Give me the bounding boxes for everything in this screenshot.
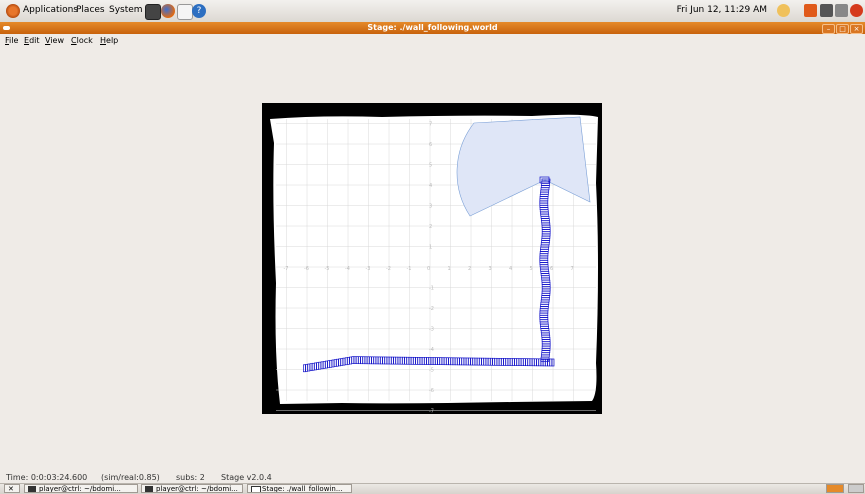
x-tick-label: -3 [366,266,371,272]
taskbar-item-stage[interactable]: Stage: ./wall_followin... [247,484,352,493]
show-desktop-button[interactable]: ✕ [4,484,20,493]
terminal-launcher-icon[interactable] [145,4,161,20]
places-menu[interactable]: Places [76,5,105,15]
help-launcher-icon[interactable]: ? [192,4,206,18]
terminal-icon [28,486,36,492]
volume-icon[interactable] [835,4,848,17]
workspace-switcher[interactable] [826,484,844,493]
close-button[interactable]: × [850,24,863,34]
x-tick-label: -6 [304,266,309,272]
sim-time: Time: 0:0:03:24.600 [6,473,88,482]
y-tick-label: -5 [429,368,434,374]
x-tick-label: -5 [325,266,330,272]
trash-icon[interactable] [848,484,864,493]
y-tick-label: 5 [429,163,432,169]
y-tick-label: 1 [429,245,432,251]
x-tick-label: 0 [427,266,430,272]
system-menu[interactable]: System [109,5,143,15]
menu-help[interactable]: Help [100,36,118,45]
window-title: Stage: ./wall_following.world [367,23,498,32]
top-panel: Applications Places System ? Fri Jun 12,… [0,0,865,23]
y-tick-label: -4 [429,347,434,353]
taskbar: ✕ player@ctrl: ~/bdomi... player@ctrl: ~… [0,483,865,494]
x-tick-label: -2 [386,266,391,272]
y-tick-label: -2 [429,306,434,312]
status-bar: Time: 0:0:03:24.600 (sim/real:0.85) subs… [0,471,865,483]
weather-icon [777,4,790,17]
shutdown-icon[interactable] [850,4,863,17]
subs-count: subs: 2 [176,473,205,482]
y-tick-label: 2 [429,224,432,230]
menu-bar: File Edit View Clock Help [0,35,865,47]
applications-menu[interactable]: Applications [23,5,78,15]
y-tick-label: 4 [429,183,432,189]
x-tick-label: 4 [509,266,512,272]
update-notifier-icon[interactable] [804,4,817,17]
y-tick-label: -7 [429,409,434,415]
menu-view[interactable]: View [45,36,64,45]
mail-launcher-icon[interactable] [177,4,193,20]
x-tick-label: 3 [489,266,492,272]
panel-clock[interactable]: Fri Jun 12, 11:29 AM [677,5,767,15]
menu-file[interactable]: File [5,36,18,45]
x-tick-label: -7 [284,266,289,272]
sim-real-ratio: (sim/real:0.85) [101,473,160,482]
minimize-button[interactable]: – [822,24,835,34]
stage-version: Stage v2.0.4 [221,473,272,482]
x-tick-label: -4 [345,266,350,272]
firefox-launcher-icon[interactable] [161,4,175,18]
y-tick-label: 3 [429,204,432,210]
taskbar-label: player@ctrl: ~/bdomi... [39,485,121,493]
y-tick-label: 7 [429,122,432,128]
x-tick-label: 7 [571,266,574,272]
network-icon[interactable] [820,4,833,17]
x-tick-label: 1 [448,266,451,272]
y-tick-label: -6 [429,388,434,394]
x-tick-label: 5 [530,266,533,272]
y-tick-label: 6 [429,142,432,148]
taskbar-label: Stage: ./wall_followin... [262,485,343,493]
x-tick-label: 6 [550,266,553,272]
menu-clock[interactable]: Clock [71,36,93,45]
taskbar-item-terminal-1[interactable]: player@ctrl: ~/bdomi... [24,484,138,493]
stage-canvas[interactable]: -7 -6 -5 -4 -3 -2 -1 0 1 2 3 4 5 6 7 7 6 5 4 3 2 1 -1 -2 -3 -4 -5 -… [262,103,602,414]
y-tick-label: -1 [429,286,434,292]
y-tick-label: -3 [429,327,434,333]
window-icon [251,486,261,492]
taskbar-label: player@ctrl: ~/bdomi... [156,485,238,493]
window-titlebar[interactable]: Stage: ./wall_following.world – □ × [0,22,865,34]
taskbar-item-terminal-2[interactable]: player@ctrl: ~/bdomi... [141,484,243,493]
x-tick-label: 2 [468,266,471,272]
terminal-icon [145,486,153,492]
maximize-button[interactable]: □ [836,24,849,34]
menu-edit[interactable]: Edit [24,36,40,45]
world-map[interactable]: -7 -6 -5 -4 -3 -2 -1 0 1 2 3 4 5 6 7 7 6 5 4 3 2 1 -1 -2 -3 -4 -5 -… [262,103,602,414]
ubuntu-logo-icon[interactable] [6,4,20,18]
x-tick-label: -1 [407,266,412,272]
